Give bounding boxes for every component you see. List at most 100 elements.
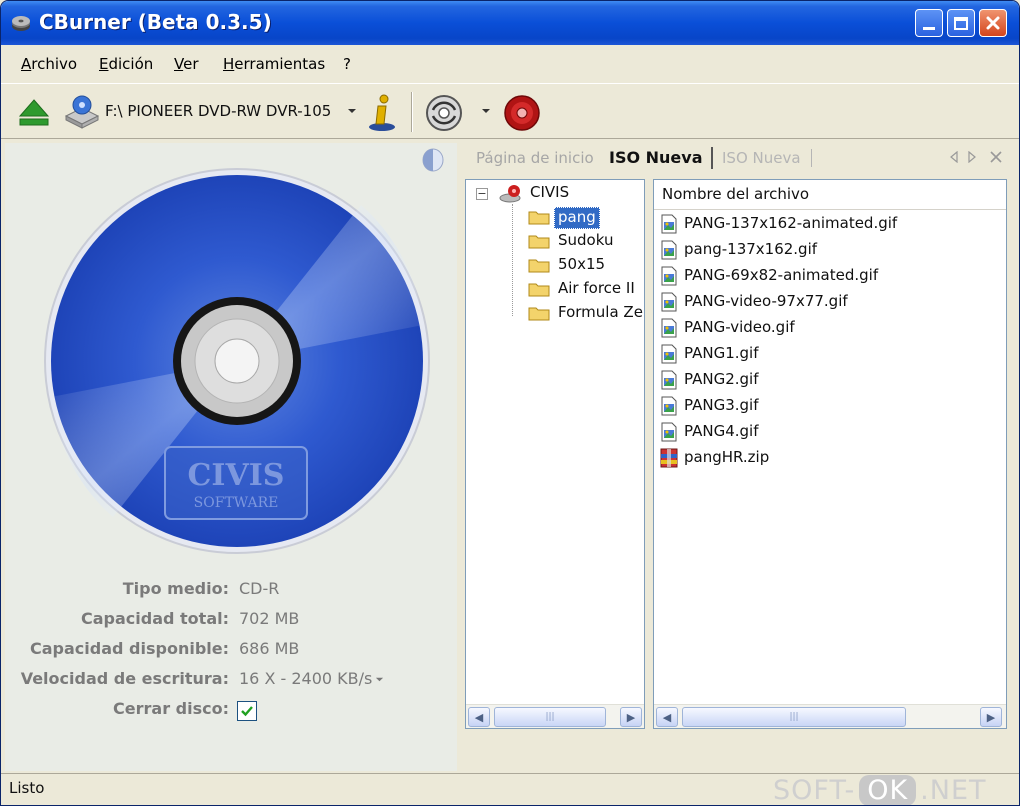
watermark-text: .NET	[920, 774, 987, 806]
total-capacity-value-cell: 702 MB	[239, 609, 439, 633]
image-file-icon	[661, 344, 677, 364]
write-speed-value: 16 X - 2400 KB/s	[239, 669, 373, 688]
available-capacity-value: 686 MB	[239, 639, 300, 658]
drive-selector[interactable]: F:\ PIONEER DVD-RW DVR-105	[105, 102, 331, 120]
tree-expand-toggle[interactable]: −	[476, 188, 488, 200]
folder-icon	[528, 307, 550, 321]
tree-item-50x15[interactable]: 50x15	[516, 254, 636, 278]
menu-ver[interactable]: Ver	[174, 55, 199, 73]
file-name: PANG-video-97x77.gif	[684, 292, 848, 310]
window-title: CBurner (Beta 0.3.5)	[39, 10, 272, 34]
disc-info-panel: CIVIS SOFTWARE Tipo medio: CD-R Capacida…	[5, 143, 457, 771]
burn-disc-icon[interactable]	[503, 94, 541, 132]
close-tab-icon[interactable]	[989, 150, 1003, 164]
available-capacity-label: Capacidad disponible:	[30, 639, 229, 658]
write-speed-row: Velocidad de escritura:	[5, 669, 229, 693]
tree-item-label: pang	[554, 207, 600, 229]
toolbar: F:\ PIONEER DVD-RW DVR-105	[1, 83, 1019, 139]
zip-file-icon	[660, 448, 678, 468]
file-name: PANG1.gif	[684, 344, 759, 362]
file-name: PANG-137x162-animated.gif	[684, 214, 898, 232]
scroll-right-button[interactable]: ▶	[620, 707, 642, 727]
file-name: PANG4.gif	[684, 422, 759, 440]
tree-item-pang[interactable]: pang	[516, 206, 636, 230]
maximize-button[interactable]	[947, 9, 975, 37]
folder-tree: − CIVIS pang Sudoku 50x15 Air force II F…	[465, 179, 645, 729]
tab-divider	[811, 149, 812, 167]
chevron-right-icon[interactable]	[967, 151, 977, 163]
column-header-filename[interactable]: Nombre del archivo	[654, 180, 1006, 210]
tree-item-sudoku[interactable]: Sudoku	[516, 230, 636, 254]
status-text: Listo	[9, 779, 45, 797]
title-bar[interactable]: CBurner (Beta 0.3.5)	[1, 1, 1019, 45]
minimize-icon	[923, 26, 935, 30]
disc-logo-text: CIVIS	[188, 458, 285, 493]
close-icon	[986, 16, 1000, 30]
tab-strip: Página de inicio ISO Nueva ISO Nueva	[422, 143, 1017, 175]
application-window: CBurner (Beta 0.3.5) Archivo Edición Ver…	[0, 0, 1020, 806]
image-file-icon	[661, 292, 677, 312]
write-speed-select[interactable]: 16 X - 2400 KB/s	[239, 669, 399, 693]
chevron-down-icon[interactable]	[347, 106, 357, 116]
menu-herramientas[interactable]: Herramientas	[223, 55, 325, 73]
tab-iso-nueva-disabled[interactable]: ISO Nueva	[722, 149, 801, 167]
file-list: Nombre del archivo PANG-137x162-animated…	[653, 179, 1007, 729]
drive-icon	[64, 95, 100, 129]
folder-icon	[528, 211, 550, 225]
info-icon[interactable]	[365, 92, 399, 132]
watermark: SOFT- OK .NET	[773, 774, 987, 806]
chevron-left-icon[interactable]	[949, 151, 959, 163]
folder-icon	[528, 259, 550, 273]
close-button[interactable]	[979, 9, 1007, 37]
scroll-left-button[interactable]: ◀	[656, 707, 678, 727]
tab-iso-nueva-active[interactable]: ISO Nueva	[609, 148, 703, 167]
tab-pagina-inicio[interactable]: Página de inicio	[476, 149, 594, 167]
available-capacity-value-cell: 686 MB	[239, 639, 439, 663]
tree-item-label: Air force II	[558, 279, 635, 297]
chevron-down-icon[interactable]	[375, 675, 384, 684]
tree-item-air-force[interactable]: Air force II	[516, 278, 644, 302]
close-disc-row: Cerrar disco:	[5, 699, 229, 723]
files-horizontal-scrollbar[interactable]: ◀ ||| ▶	[654, 704, 1006, 728]
image-file-icon	[661, 266, 677, 286]
scroll-right-button[interactable]: ▶	[980, 707, 1002, 727]
checkmark-icon	[241, 706, 253, 717]
image-file-icon	[661, 240, 677, 260]
disc-logo-subtext: SOFTWARE	[194, 495, 279, 511]
menu-archivo[interactable]: Archivo	[21, 55, 77, 73]
menu-edicion[interactable]: Edición	[99, 55, 153, 73]
eject-icon[interactable]	[17, 96, 51, 128]
image-file-icon	[661, 214, 677, 234]
tree-item-formula[interactable]: Formula Zer	[516, 302, 644, 326]
watermark-text: OK	[859, 774, 917, 805]
tree-horizontal-scrollbar[interactable]: ◀ ||| ▶	[466, 704, 644, 728]
image-file-icon	[661, 422, 677, 442]
file-name: PANG-69x82-animated.gif	[684, 266, 879, 284]
image-file-icon	[661, 370, 677, 390]
file-name: PANG2.gif	[684, 370, 759, 388]
total-capacity-value: 702 MB	[239, 609, 300, 628]
minimize-button[interactable]	[915, 9, 943, 37]
tab-divider	[711, 147, 713, 169]
scroll-thumb[interactable]: |||	[682, 707, 906, 727]
panel-toggle-icon[interactable]	[419, 147, 447, 173]
menu-help[interactable]: ?	[343, 55, 351, 73]
scroll-left-button[interactable]: ◀	[468, 707, 490, 727]
tree-item-label: Formula Zer	[558, 303, 644, 321]
scroll-thumb[interactable]: |||	[494, 707, 606, 727]
chevron-down-icon[interactable]	[481, 106, 491, 116]
total-capacity-row: Capacidad total:	[5, 609, 229, 633]
menu-bar: Archivo Edición Ver Herramientas ?	[1, 45, 1019, 83]
image-file-icon	[661, 318, 677, 338]
media-type-row: Tipo medio:	[5, 579, 229, 603]
folder-icon	[528, 235, 550, 249]
write-speed-label: Velocidad de escritura:	[20, 669, 229, 688]
tree-connector-line	[512, 204, 513, 316]
tree-root-civis[interactable]: CIVIS	[530, 183, 569, 205]
status-bar: Listo SOFT- OK .NET	[1, 773, 1019, 805]
media-type-value-cell: CD-R	[239, 579, 439, 603]
close-disc-checkbox[interactable]	[237, 701, 257, 721]
maximize-icon	[954, 16, 968, 30]
copy-disc-icon[interactable]	[425, 94, 463, 132]
file-name: PANG3.gif	[684, 396, 759, 414]
